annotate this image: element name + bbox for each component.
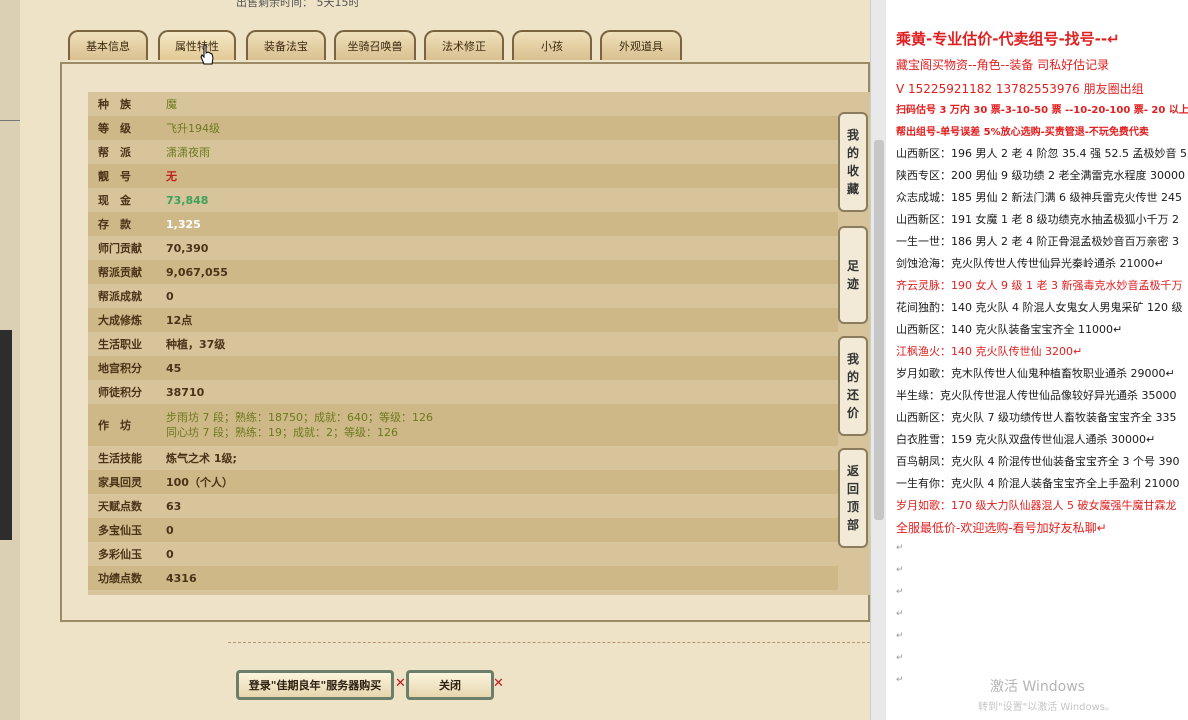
table-row: 帮派贡献 9,067,055: [88, 260, 838, 284]
table-row: 师徒积分 38710: [98, 385, 205, 400]
doc-blank-line: ↵: [896, 609, 904, 619]
doc-line: 剑蚀沧海：克火队传世人传世仙异光秦岭通杀 21000↵: [896, 257, 1164, 270]
doc-line: 众志成城：185 男仙 2 新法门满 6 级神兵雷克火传世 245: [896, 191, 1182, 204]
doc-blank-line: ↵: [896, 543, 904, 553]
doc-line: 半生缘：克火队传世混人传世仙品像较好异光通杀 35000: [896, 389, 1177, 402]
table-row: 现 金 73,848: [98, 193, 209, 208]
table-row: 多彩仙玉 0: [98, 547, 174, 562]
doc-line: 山西新区：196 男人 2 老 4 阶忽 35.4 强 52.5 孟极妙音 55: [896, 147, 1188, 160]
tab-appearance[interactable]: 外观道具: [600, 30, 682, 60]
close-x-icon: ✕: [395, 676, 406, 691]
doc-line: 山西新区：191 女魔 1 老 8 级功绩克水抽孟极狐小千万 2: [896, 213, 1179, 226]
close-x-icon: ✕: [493, 676, 504, 691]
table-row: 师门贡献 70,390: [98, 241, 209, 256]
doc-line: 岁月如歌：克木队传世人仙鬼种植畜牧职业通杀 29000↵: [896, 367, 1175, 380]
table-row: 大成修炼 12点: [88, 308, 838, 332]
doc-line: 陕西专区：200 男仙 9 级功绩 2 老全满雷克水程度 30000: [896, 169, 1185, 182]
hand-cursor-icon: [200, 44, 214, 65]
doc-line: 岁月如歌：170 级大力队仙器混人 5 破女魔强牛魔甘霖龙: [896, 499, 1177, 512]
doc-line: 一生一世：186 男人 2 老 4 阶正骨混孟极妙音百万亲密 3: [896, 235, 1179, 248]
divider: [228, 642, 870, 643]
table-row: 生活职业 种植，37级: [98, 338, 226, 351]
table-row: 种 族魔: [98, 98, 177, 111]
tab-mounts-pets[interactable]: 坐骑召唤兽: [334, 30, 416, 60]
table-row: 天赋点数 63: [98, 499, 182, 514]
left-edge-strip: [0, 0, 20, 720]
tab-equipment[interactable]: 装备法宝: [246, 30, 326, 60]
footprints-button[interactable]: 足迹: [838, 226, 868, 324]
table-row: 存 款 1,325: [88, 212, 838, 236]
doc-line: 山西新区：克火队 7 级功绩传世人畜牧装备宝宝齐全 335: [896, 411, 1177, 424]
doc-line: 扫码估号 3 万内 30 票-3-10-50 票 --10-20-100 票- …: [896, 105, 1188, 116]
activate-windows-hint: 转到"设置"以激活 Windows。: [978, 702, 1116, 713]
doc-blank-line: ↵: [896, 653, 904, 663]
doc-heading: 乘黄-专业估价-代卖组号-找号--↵: [896, 30, 1120, 48]
document-pane: 乘黄-专业估价-代卖组号-找号--↵ 藏宝阁买物资--角色--装备 司私好估记录…: [886, 0, 1188, 720]
table-row: 帮派成就 0: [98, 289, 174, 304]
close-button[interactable]: 关闭: [406, 670, 494, 700]
doc-blank-line: ↵: [896, 675, 904, 685]
doc-line: 齐云灵脉：190 女人 9 级 1 老 3 新强毒克水妙音孟极千万: [896, 279, 1183, 292]
doc-line: 一生有你：克火队 4 阶混人装备宝宝齐全上手盈利 21000: [896, 477, 1180, 490]
doc-line: 百鸟朝凤：克火队 4 阶混传世仙装备宝宝齐全 3 个号 390: [896, 455, 1180, 468]
attribute-table: 种 族魔 等 级飞升194级 帮 派潇潇夜雨 靓 号无 现 金 73,848 存 …: [88, 92, 870, 595]
login-server-buy-button[interactable]: 登录"佳期良年"服务器购买: [236, 670, 394, 700]
table-row: 靓 号无: [88, 164, 838, 188]
my-favorites-button[interactable]: 我的收藏: [838, 112, 868, 212]
table-row: 生活技能 炼气之术 1级;: [98, 452, 237, 465]
table-row: 帮 派潇潇夜雨: [98, 146, 210, 159]
vertical-scrollbar[interactable]: [870, 0, 887, 720]
table-row: 家具回灵 100（个人）: [88, 470, 838, 494]
table-row: 等 级飞升194级: [88, 116, 838, 140]
tab-attributes[interactable]: 属性特性: [158, 30, 236, 60]
tab-child[interactable]: 小孩: [512, 30, 592, 60]
doc-line: V 15225921182 13782553976 朋友圈出组: [896, 82, 1144, 96]
back-to-top-button[interactable]: 返回顶部: [838, 448, 868, 548]
doc-line: 花间独酌：140 克火队 4 阶混人女鬼女人男鬼采矿 120 级: [896, 301, 1183, 314]
doc-blank-line: ↵: [896, 631, 904, 641]
doc-line: 山西新区：140 克火队装备宝宝齐全 11000↵: [896, 323, 1123, 336]
doc-line: 全服最低价-欢迎选购-看号加好友私聊↵: [896, 521, 1107, 535]
table-row: 作 坊步雨坊 7 段；熟练：18750；成就：640；等级：126 同心坊 7 段…: [88, 404, 838, 446]
my-offers-button[interactable]: 我的还价: [838, 336, 868, 436]
activate-windows-watermark: 激活 Windows: [990, 679, 1085, 695]
doc-line: 白衣胜雪：159 克火队双盘传世仙混人通杀 30000↵: [896, 433, 1156, 446]
table-row: 地宫积分 45: [88, 356, 838, 380]
doc-line: 江枫渔火：140 克火队传世仙 3200↵: [896, 345, 1083, 358]
sale-timer: 出售剩余时间： 5天15时: [236, 0, 360, 9]
doc-blank-line: ↵: [896, 565, 904, 575]
tab-spell-correction[interactable]: 法术修正: [424, 30, 504, 60]
doc-line: 藏宝阁买物资--角色--装备 司私好估记录: [896, 58, 1110, 72]
table-row: 功绩点数 4316: [88, 566, 838, 590]
game-window: 出售剩余时间： 5天15时 基本信息 属性特性 装备法宝 坐骑召唤兽 法术修正 …: [0, 0, 872, 720]
doc-line: 帮出组号-单号误差 5%放心选购-买责管退-不玩免费代卖: [896, 127, 1149, 138]
doc-blank-line: ↵: [896, 587, 904, 597]
tab-basic-info[interactable]: 基本信息: [68, 30, 148, 60]
scrollbar-thumb[interactable]: [874, 140, 884, 520]
table-row: 多宝仙玉 0: [88, 518, 838, 542]
